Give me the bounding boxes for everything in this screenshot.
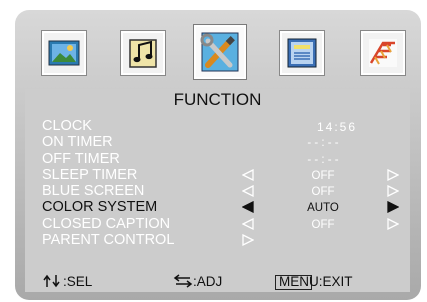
- menu-item-value: OFF: [311, 186, 335, 199]
- sel-hint: :SEL: [43, 274, 92, 289]
- left-arrow-icon[interactable]: [242, 217, 254, 230]
- right-arrow-icon[interactable]: [387, 201, 399, 214]
- right-arrow-icon[interactable]: [387, 185, 399, 198]
- menu-row-off-timer[interactable]: OFF TIMER - - : - -: [42, 151, 407, 167]
- left-arrow-icon[interactable]: [242, 185, 254, 198]
- menu-icon-bar: [25, 20, 413, 84]
- left-arrow-icon[interactable]: [242, 168, 254, 181]
- tab-picture[interactable]: [41, 30, 87, 76]
- menu-item-value: - - : - -: [307, 137, 339, 150]
- tab-sound[interactable]: [120, 30, 166, 76]
- menu-row-parent-control[interactable]: PARENT CONTROL: [42, 232, 407, 248]
- menu-item-label: SLEEP TIMER: [42, 166, 138, 183]
- menu-row-closed-caption[interactable]: CLOSED CAPTION OFF: [42, 216, 407, 232]
- adj-hint: :ADJ: [173, 274, 222, 289]
- up-down-arrow-icon: [43, 274, 60, 288]
- exit-hint: MENU:EXIT: [279, 274, 353, 289]
- menu-footer: :SEL :ADJ MENU:EXIT: [25, 272, 410, 292]
- menu-item-label: ON TIMER: [42, 134, 113, 151]
- right-arrow-icon[interactable]: [387, 217, 399, 230]
- right-arrow-icon[interactable]: [387, 168, 399, 181]
- menu-key-label: MENU: [279, 274, 319, 289]
- sel-hint-label: :SEL: [63, 274, 93, 289]
- tab-channel[interactable]: [360, 30, 406, 76]
- function-icon: [200, 32, 239, 72]
- left-arrow-icon[interactable]: [242, 201, 254, 214]
- adj-hint-label: :ADJ: [193, 274, 223, 289]
- sound-icon: [129, 39, 157, 68]
- function-menu-panel: FUNCTION CLOCK 14:56 ON TIMER - - : - - OFF …: [25, 89, 410, 292]
- menu-title: FUNCTION: [173, 90, 262, 109]
- menu-item-label: BLUE SCREEN: [42, 183, 145, 200]
- menu-item-value: - - : - -: [307, 153, 339, 166]
- menu-item-label: PARENT CONTROL: [42, 232, 175, 249]
- menu-row-blue-screen[interactable]: BLUE SCREEN OFF: [42, 183, 407, 199]
- menu-items: CLOCK 14:56 ON TIMER - - : - - OFF TIMER - - …: [42, 118, 407, 248]
- menu-row-clock[interactable]: CLOCK 14:56: [42, 118, 407, 134]
- tab-display[interactable]: [279, 30, 325, 76]
- channel-icon: [369, 39, 397, 67]
- menu-item-value: AUTO: [307, 202, 339, 215]
- menu-row-sleep-timer[interactable]: SLEEP TIMER OFF: [42, 167, 407, 183]
- menu-item-label: CLOSED CAPTION: [42, 215, 171, 232]
- exit-hint-label: :EXIT: [318, 274, 353, 289]
- menu-item-label: CLOCK: [42, 118, 92, 134]
- tab-function[interactable]: [193, 24, 247, 80]
- left-right-arrow-icon: [173, 274, 193, 288]
- display-icon: [287, 38, 317, 68]
- menu-row-color-system[interactable]: COLOR SYSTEM AUTO: [42, 199, 407, 215]
- menu-item-value: OFF: [311, 218, 335, 231]
- menu-item-value: 14:56: [316, 120, 358, 134]
- menu-row-on-timer[interactable]: ON TIMER - - : - -: [42, 134, 407, 150]
- menu-item-label: COLOR SYSTEM: [42, 199, 158, 216]
- submenu-arrow-icon[interactable]: [242, 234, 254, 247]
- menu-item-value: OFF: [311, 169, 335, 182]
- menu-item-label: OFF TIMER: [42, 150, 120, 167]
- picture-icon: [48, 40, 80, 66]
